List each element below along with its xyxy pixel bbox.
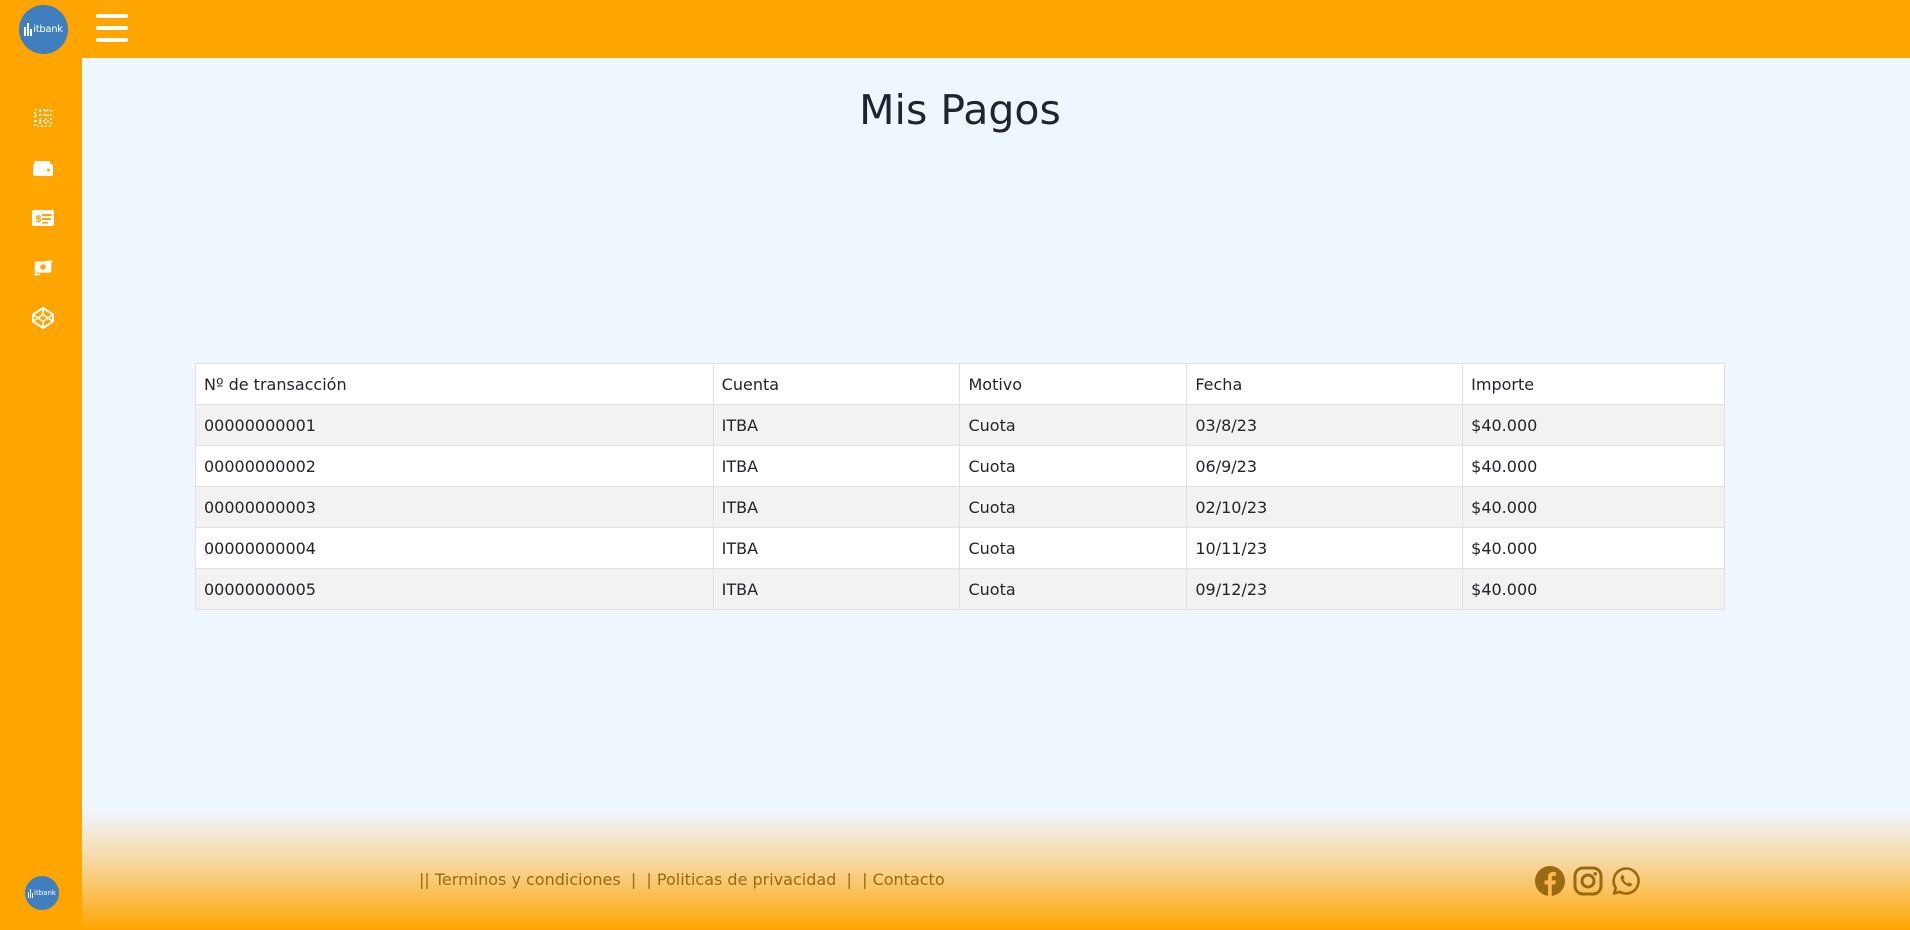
avatar[interactable]: itbank [25,876,59,910]
cell-reason: Cuota [959,486,1188,528]
footer-link-contact[interactable]: Contacto [873,870,945,889]
instagram-icon[interactable] [1572,865,1604,897]
cell-account: ITBA [712,404,961,446]
svg-text:$: $ [35,214,42,225]
footer-links: || Terminos y condiciones | | Politicas … [419,870,945,889]
cell-date: 03/8/23 [1186,404,1464,446]
cell-amount: $40.000 [1462,445,1725,487]
logo-mark: itbank [24,23,63,36]
cell-date: 09/12/23 [1186,568,1464,610]
cell-amount: $40.000 [1462,527,1725,569]
main-content: Mis Pagos Nº de transacción Cuenta Motiv… [82,58,1910,930]
table-row: 00000000001 ITBA Cuota 03/8/23 $40.000 [195,404,1725,446]
payments-table-container: Nº de transacción Cuenta Motivo Fecha Im… [195,363,1725,610]
cell-account: ITBA [712,568,961,610]
footer-separator: | | [625,870,652,889]
top-bar: itbank [0,0,1910,58]
cell-amount: $40.000 [1462,486,1725,528]
social-links [1534,865,1642,897]
cell-account: ITBA [712,486,961,528]
footer-separator: | | [841,870,868,889]
table-row: 00000000003 ITBA Cuota 02/10/23 $40.000 [195,486,1725,528]
facebook-icon[interactable] [1534,865,1566,897]
logo-building-icon [28,888,34,898]
column-header-amount: Importe [1462,363,1725,405]
cell-account: ITBA [712,527,961,569]
table-header-row: Nº de transacción Cuenta Motivo Fecha Im… [195,363,1725,405]
hamburger-menu-icon[interactable] [96,14,128,42]
cell-reason: Cuota [959,527,1188,569]
cell-reason: Cuota [959,445,1188,487]
table-row: 00000000004 ITBA Cuota 10/11/23 $40.000 [195,527,1725,569]
cell-transaction: 00000000003 [195,486,714,528]
column-header-account: Cuenta [712,363,961,405]
cell-reason: Cuota [959,568,1188,610]
table-row: 00000000005 ITBA Cuota 09/12/23 $40.000 [195,568,1725,610]
cell-amount: $40.000 [1462,404,1725,446]
footer-link-privacy[interactable]: Politicas de privacidad [657,870,836,889]
avatar-logo: itbank [28,888,56,898]
cell-transaction: 00000000004 [195,527,714,569]
money-transfer-icon[interactable] [31,256,55,280]
cell-account: ITBA [712,445,961,487]
page-title: Mis Pagos [859,86,1061,134]
column-header-transaction: Nº de transacción [195,363,714,405]
cell-amount: $40.000 [1462,568,1725,610]
footer: || Terminos y condiciones | | Politicas … [82,811,1910,930]
avatar-logo-text: itbank [34,889,56,897]
cell-date: 02/10/23 [1186,486,1464,528]
payments-table: Nº de transacción Cuenta Motivo Fecha Im… [195,363,1725,610]
footer-link-terms[interactable]: Terminos y condiciones [435,870,621,889]
cell-transaction: 00000000005 [195,568,714,610]
sidebar: $ itbank [4,58,82,926]
whatsapp-icon[interactable] [1610,865,1642,897]
brand-logo[interactable]: itbank [19,5,68,54]
logo-text: itbank [33,24,63,35]
column-header-date: Fecha [1186,363,1464,405]
cell-date: 10/11/23 [1186,527,1464,569]
footer-separator: || [419,870,430,889]
cell-transaction: 00000000002 [195,445,714,487]
codepen-icon[interactable] [31,306,55,330]
cell-date: 06/9/23 [1186,445,1464,487]
cell-transaction: 00000000001 [195,404,714,446]
logo-building-icon [24,23,33,36]
column-header-reason: Motivo [959,363,1188,405]
payments-list-icon[interactable]: $ [31,206,55,230]
cell-reason: Cuota [959,404,1188,446]
wallet-icon[interactable] [31,156,55,180]
dashboard-grid-icon[interactable] [31,106,55,130]
table-row: 00000000002 ITBA Cuota 06/9/23 $40.000 [195,445,1725,487]
